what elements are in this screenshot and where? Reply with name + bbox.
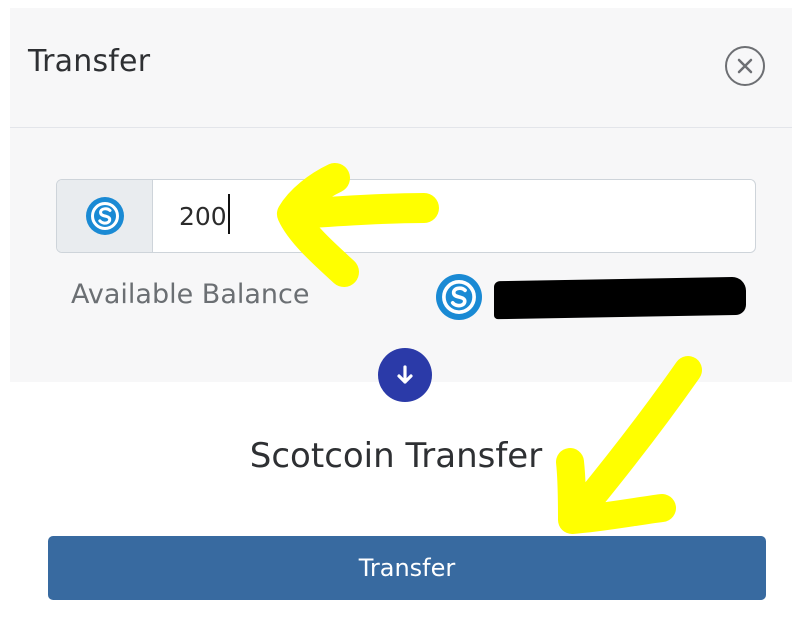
- close-button[interactable]: [725, 46, 765, 86]
- modal-body: [10, 128, 792, 382]
- input-currency-addon: [57, 180, 153, 252]
- available-balance-label: Available Balance: [71, 279, 310, 310]
- text-caret: [228, 194, 230, 234]
- amount-input-group: [56, 179, 756, 253]
- balance-scotcoin-icon: [436, 274, 482, 320]
- transfer-button[interactable]: Transfer: [48, 536, 766, 600]
- balance-value-redacted: [494, 276, 746, 320]
- modal-title: Transfer: [28, 44, 151, 79]
- section-title: Scotcoin Transfer: [249, 436, 543, 476]
- arrow-down-circle-icon: [378, 348, 432, 402]
- scotcoin-icon: [85, 197, 124, 235]
- close-icon: [737, 58, 753, 74]
- amount-input[interactable]: [153, 180, 753, 252]
